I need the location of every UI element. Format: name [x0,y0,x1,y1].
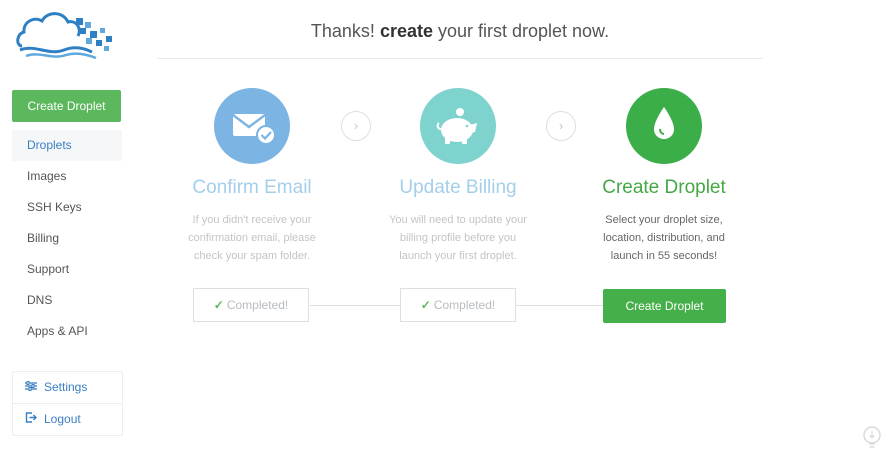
cloud-logo[interactable] [16,6,116,60]
step-description: If you didn't receive your confirmation … [188,214,316,262]
lightbulb-icon[interactable] [861,425,883,451]
headline-suffix: your first droplet now. [432,21,610,41]
chevron-right-icon: › [546,111,576,141]
step-title: Create Droplet [602,177,726,198]
step-update-billing: Update Billing You will need to update y… [368,88,548,265]
connector-line [516,305,603,306]
sidebar: Create Droplet Droplets Images SSH Keys … [0,0,135,457]
sidebar-create-droplet-button[interactable]: Create Droplet [12,90,121,122]
headline-prefix: Thanks! [310,21,380,41]
sidebar-item-droplets[interactable]: Droplets [12,130,122,161]
sidebar-item-support[interactable]: Support [12,254,122,285]
sidebar-item-images[interactable]: Images [12,161,122,192]
settings-link[interactable]: Settings [13,372,122,403]
check-icon: ✓ [213,298,224,312]
sidebar-item-apps-api[interactable]: Apps & API [12,316,122,347]
sidebar-account-menu: Settings Logout [12,371,123,436]
create-droplet-button[interactable]: Create Droplet [603,289,726,323]
header-divider [157,58,763,59]
step-confirm-email: Confirm Email If you didn't receive your… [162,88,342,265]
sidebar-nav: Droplets Images SSH Keys Billing Support… [12,130,122,347]
sidebar-item-ssh-keys[interactable]: SSH Keys [12,192,122,223]
step-title: Update Billing [399,177,517,198]
sidebar-item-dns[interactable]: DNS [12,285,122,316]
logout-label: Logout [44,412,81,426]
check-icon: ✓ [420,298,431,312]
step-title: Confirm Email [192,177,312,198]
settings-label: Settings [44,380,88,394]
logout-link[interactable]: Logout [13,403,122,435]
step-create-droplet: Create Droplet Select your droplet size,… [574,88,754,265]
status-label: Completed! [433,298,496,312]
sliders-icon [25,373,39,404]
piggy-bank-icon [420,88,496,164]
step-description: You will need to update your billing pro… [389,214,527,262]
page: Create Droplet Droplets Images SSH Keys … [0,0,885,457]
connector-line [310,305,400,306]
page-headline: Thanks! create your first droplet now. [157,21,763,42]
logout-icon [25,405,39,436]
envelope-check-icon [214,88,290,164]
step-description: Select your droplet size, location, dist… [603,214,725,262]
sidebar-item-billing[interactable]: Billing [12,223,122,254]
billing-completed-badge: ✓ Completed! [400,288,516,322]
droplet-icon [626,88,702,164]
headline-emphasis: create [379,21,433,41]
email-completed-badge: ✓ Completed! [193,288,309,322]
status-label: Completed! [226,298,289,312]
chevron-right-icon: › [341,111,371,141]
